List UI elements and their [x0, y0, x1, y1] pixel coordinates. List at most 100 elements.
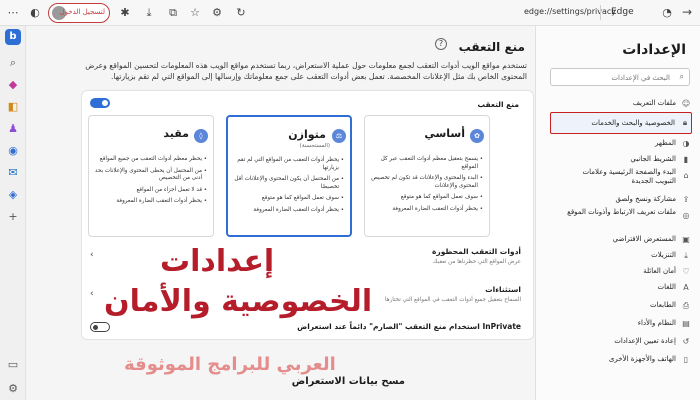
inprivate-label: استخدام منع التعقب "الصارم" دائماً عند ا…: [297, 322, 521, 331]
tracking-prevention-label: منع التعقب: [477, 100, 519, 109]
list-item: من المحتمل أن يحظى المحتوى والإعلانات بح…: [93, 168, 207, 183]
list-item: يحظر أدوات التعقب من المواقع التي لم تقم…: [230, 157, 344, 172]
favorites-icon[interactable]: ☆: [188, 6, 202, 20]
sidebar-item-label: النظام والأداء: [637, 319, 676, 327]
overlay-watermark: العربي للبرامج الموثوقة: [124, 354, 336, 375]
list-item: من المحتمل أن يكون المحتوى والإعلانات أق…: [230, 176, 344, 191]
reset-icon: ↺: [682, 337, 690, 346]
phone-icon: ▯: [683, 355, 689, 364]
tracking-prevention-toggle[interactable]: [90, 98, 110, 108]
sidebar-item-default-browser[interactable]: ▣ المستعرض الافتراضي: [550, 232, 692, 248]
sidebar-item-start-home[interactable]: ⌂ البدء والصفحة الرئيسية وعلامات التبويب…: [550, 168, 692, 188]
sidebar-item-system[interactable]: ▤ النظام والأداء: [550, 316, 692, 332]
list-item: يحظر أدوات التعقب الضارة المعروفة: [93, 198, 207, 206]
blocked-trackers-desc: عرض المواقع التي حظرناها من تعقبك: [432, 259, 521, 265]
sidebar-item-label: المظهر: [655, 139, 676, 147]
sidebar-item-share[interactable]: ⇪ مشاركة ونسخ ولصق: [550, 192, 692, 208]
signin-label: لتسجيل الدخول: [59, 8, 105, 16]
drop-icon[interactable]: ◈: [6, 188, 20, 202]
option-balanced[interactable]: ⚖ متوازن (المستحسنة) يحظر أدوات التعقب م…: [226, 115, 352, 237]
sidebar-item-label: التنزيلات: [651, 251, 676, 259]
list-item: يحظر أدوات التعقب الضارة المعروفة: [230, 207, 344, 215]
sidebar-item-languages[interactable]: A اللغات: [550, 280, 692, 296]
list-item: سوف تعمل المواقع كما هو متوقع: [230, 195, 344, 203]
outlook-icon[interactable]: ✉: [6, 166, 20, 180]
option-title: مقيد: [163, 127, 189, 140]
sidebar-item-family[interactable]: ♡ أمان العائلة: [550, 264, 692, 280]
sidebar-item-printers[interactable]: ⎙ الطابعات: [550, 298, 692, 314]
language-icon: A: [683, 283, 689, 292]
add-icon[interactable]: +: [6, 210, 20, 224]
browser-toolbar: ⋯ ◐ لتسجيل الدخول ✱ ⤓ ⧉ ☆ ⚙ ↻ edge://set…: [0, 0, 700, 26]
shopping-icon[interactable]: ◆: [6, 78, 20, 92]
layout-icon[interactable]: ▭: [6, 358, 20, 372]
share-icon: ⇪: [682, 195, 690, 204]
sidebar-icon: ▮: [683, 155, 689, 164]
extensions-icon[interactable]: ✱: [118, 6, 132, 20]
downloads-icon[interactable]: ⤓: [142, 6, 156, 20]
list-item: البدء والمحتوى والإعلانات قد تكون لم تخص…: [369, 175, 483, 190]
privacy-content: ? منع التعقب تستخدم مواقع الويب أدوات ال…: [27, 26, 535, 400]
browser-icon: ▣: [682, 235, 690, 244]
search-icon[interactable]: ⌕: [6, 56, 20, 70]
sidebar-item-label: ملفات تعريف الارتباط وأذونات الموقع: [567, 208, 676, 216]
home-icon: ⌂: [683, 171, 689, 180]
settings-search-input[interactable]: [555, 71, 670, 84]
list-item: قد لا تعمل أجزاء من المواقع: [93, 187, 207, 195]
search-icon: ⌕: [679, 72, 684, 81]
more-icon[interactable]: ⋯: [6, 6, 20, 20]
family-icon: ♡: [682, 267, 690, 276]
copilot-icon[interactable]: ◐: [28, 6, 42, 20]
palette-icon: ◑: [682, 139, 690, 148]
sidebar-item-downloads[interactable]: ⤓ التنزيلات: [550, 248, 692, 264]
system-icon: ▤: [682, 319, 690, 328]
page-description: تستخدم مواقع الويب أدوات التعقب لجمع معل…: [85, 61, 527, 81]
sidebar-item-sidebar[interactable]: ▮ الشريط الجانبي: [550, 152, 692, 168]
signin-button[interactable]: لتسجيل الدخول: [48, 3, 110, 23]
option-bullets: يحظر أدوات التعقب من المواقع التي لم تقم…: [230, 157, 344, 219]
blocked-trackers-title: أدوات التعقب المحظورة: [431, 247, 521, 256]
microsoft365-icon[interactable]: ◉: [6, 144, 20, 158]
printer-icon: ⎙: [682, 301, 690, 310]
list-item: يسمح بتعقيل معظم أدوات التعقب عبر كل الم…: [369, 156, 483, 171]
option-basic[interactable]: ✿ أساسي يسمح بتعقيل معظم أدوات التعقب عب…: [364, 115, 490, 237]
address-bar[interactable]: edge://settings/privacy: [524, 7, 616, 16]
collections-icon[interactable]: ⧉: [166, 6, 180, 20]
blocked-trackers-row[interactable]: أدوات التعقب المحظورة عرض المواقع التي ح…: [82, 243, 535, 273]
sidebar-item-privacy[interactable]: 🔒︎ الخصوصية والبحث والخدمات: [550, 112, 692, 134]
sidebar-item-appearance[interactable]: ◑ المظهر: [550, 136, 692, 152]
help-icon[interactable]: ?: [435, 38, 447, 50]
overlay-title-line1: إعدادات: [160, 244, 275, 279]
sidebar-item-label: البدء والصفحة الرئيسية وعلامات التبويب ا…: [582, 168, 677, 185]
cookie-icon: ◎: [682, 211, 690, 220]
bing-logo-icon[interactable]: b: [5, 29, 21, 45]
inprivate-row: استخدام منع التعقب "الصارم" دائماً عند ا…: [82, 319, 535, 337]
sidebar-item-profiles[interactable]: ☺ ملفات التعريف: [550, 96, 692, 112]
tools-icon[interactable]: ◧: [6, 100, 20, 114]
browser-name: Edge: [611, 7, 634, 17]
option-bullets: يسمح بتعقيل معظم أدوات التعقب عبر كل الم…: [369, 156, 483, 218]
inprivate-toggle[interactable]: [90, 322, 110, 332]
page-title: منع التعقب: [458, 40, 525, 54]
leaf-icon: ✿: [470, 129, 484, 143]
settings-search-box: ⌕: [550, 68, 690, 86]
refresh-icon[interactable]: ↻: [234, 6, 248, 20]
sidebar-item-label: مشاركة ونسخ ولصق: [615, 195, 676, 203]
list-item: سوف تعمل المواقع كما هو متوقع: [369, 194, 483, 202]
sidebar-item-label: إعادة تعيين الإعدادات: [614, 337, 676, 345]
download-icon: ⤓: [684, 251, 688, 260]
sidebar-item-phone[interactable]: ▯ الهاتف والأجهزة الأخرى: [550, 352, 692, 368]
balance-icon: ⚖: [332, 129, 346, 143]
sidebar-item-reset[interactable]: ↺ إعادة تعيين الإعدادات: [550, 334, 692, 350]
settings-icon[interactable]: ⚙: [210, 6, 224, 20]
rail-settings-icon[interactable]: ⚙: [6, 382, 20, 396]
sidebar-item-label: الهاتف والأجهزة الأخرى: [608, 355, 676, 363]
chevron-left-icon: ‹: [90, 250, 94, 260]
games-icon[interactable]: ♟: [6, 122, 20, 136]
edge-logo-icon: ◔: [662, 6, 672, 19]
sidebar-item-cookies[interactable]: ◎ ملفات تعريف الارتباط وأذونات الموقع: [550, 208, 692, 228]
browser-sidebar: b ⌕ ◆ ◧ ♟ ◉ ✉ ◈ + ▭ ⚙: [0, 26, 26, 400]
back-arrow-icon[interactable]: →: [682, 5, 692, 19]
clear-data-title: مسح بيانات الاستعراض: [291, 376, 405, 387]
option-strict[interactable]: ◊ مقيد يحظر معظم أدوات التعقب من جميع ال…: [88, 115, 214, 237]
